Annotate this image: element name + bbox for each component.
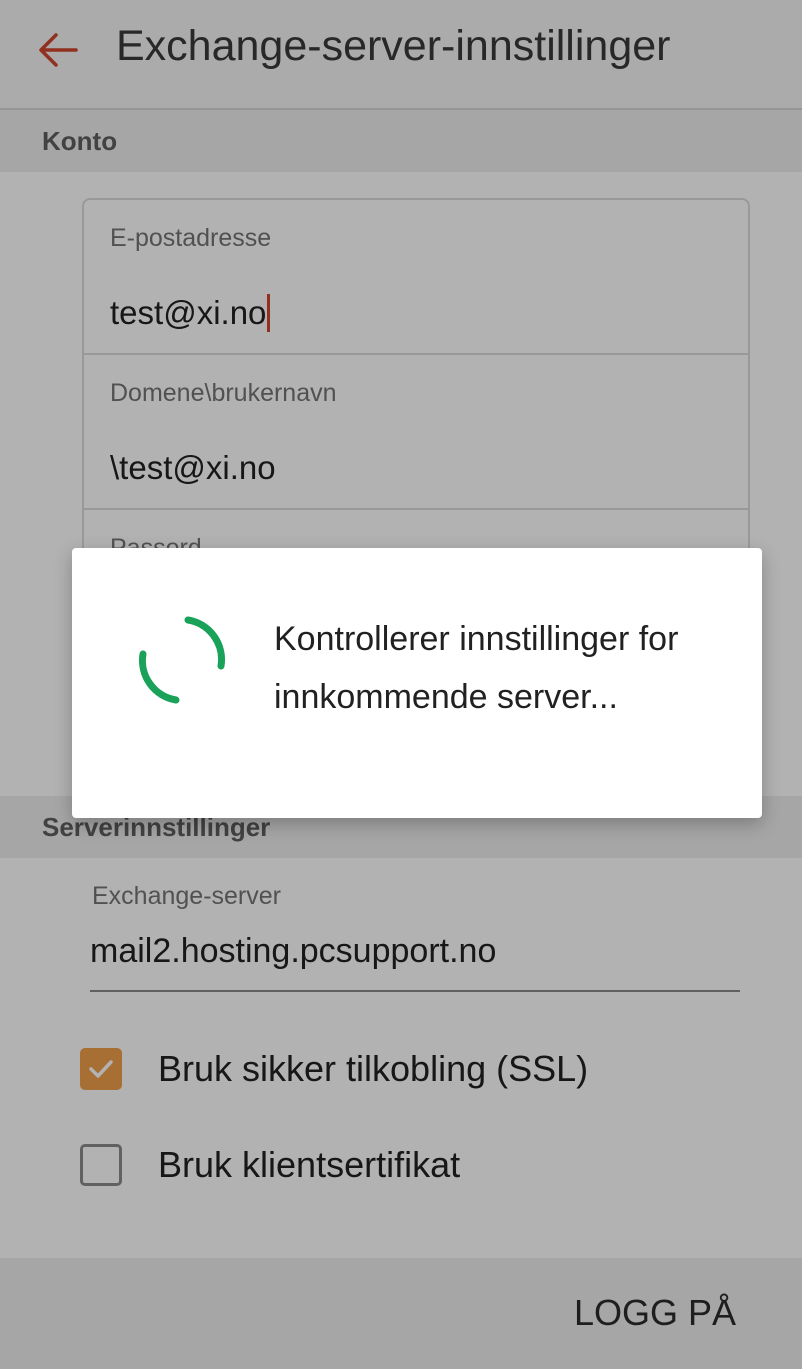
loading-spinner-icon xyxy=(138,616,226,704)
progress-dialog: Kontrollerer innstillinger for innkommen… xyxy=(72,548,762,818)
dialog-message: Kontrollerer innstillinger for innkommen… xyxy=(274,620,679,716)
